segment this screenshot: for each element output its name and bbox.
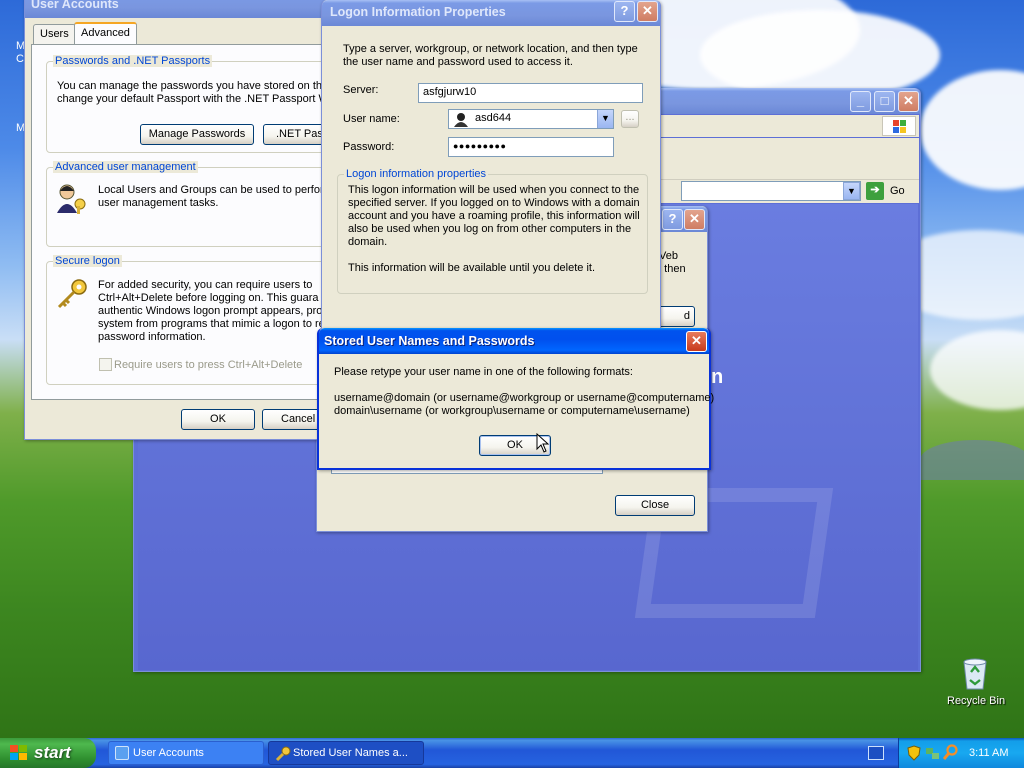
advanced-user-management-group: Advanced user management Local Users and… — [46, 161, 366, 247]
username-label: User name: — [343, 113, 400, 125]
info-text: specified server. If you logged on to Wi… — [348, 197, 640, 209]
distant-hill — [920, 440, 1024, 480]
logon-info-group: Logon information properties This logon … — [337, 168, 648, 294]
window-title: User Accounts — [31, 0, 119, 11]
key-icon — [57, 279, 87, 309]
info-text: also be used when you log on from other … — [348, 223, 632, 235]
close-button[interactable]: ✕ — [637, 1, 658, 22]
taskbar-item-label: Stored User Names a... — [293, 747, 408, 759]
server-label: Server: — [343, 84, 379, 96]
minimize-button[interactable]: _ — [850, 91, 871, 112]
user-accounts-window: User Accounts Users Advanced Passwords a… — [24, 0, 366, 440]
browse-button[interactable]: ... — [621, 110, 639, 128]
message-box-title: Stored User Names and Passwords — [324, 334, 535, 348]
recycle-bin-shortcut[interactable]: Recycle Bin — [944, 656, 1006, 712]
require-ctrl-alt-del-checkbox[interactable] — [99, 358, 112, 371]
user-icon — [454, 113, 468, 127]
description-text: For added security, you can require user… — [98, 279, 313, 291]
description-fragment: Veb — [659, 250, 678, 262]
users-icon — [57, 184, 86, 214]
go-button[interactable]: ➔ Go — [866, 181, 910, 201]
info-text: This logon information will be used when… — [348, 184, 640, 196]
clock: 3:11 AM — [969, 747, 1009, 759]
instructions-text: the user name and password used to acces… — [343, 56, 573, 68]
go-label: Go — [890, 185, 905, 197]
info-text: domain. — [348, 236, 388, 248]
network-icon[interactable] — [925, 745, 941, 761]
system-tray: 3:11 AM — [898, 738, 1024, 768]
go-arrow-icon: ➔ — [866, 182, 884, 200]
username-value: asd644 — [475, 112, 512, 124]
user-accounts-icon — [115, 746, 129, 760]
close-button[interactable]: ✕ — [684, 209, 705, 230]
desktop-fragment: C — [16, 53, 24, 65]
group-title: Passwords and .NET Passports — [53, 55, 213, 67]
description-text: system from programs that mimic a logon … — [98, 318, 325, 330]
server-input[interactable]: asfgjurw10 — [418, 83, 643, 103]
recycle-bin-icon — [963, 658, 987, 690]
search-icon[interactable] — [943, 744, 959, 760]
description-text: You can manage the passwords you have st… — [57, 80, 325, 92]
group-title: Advanced user management — [53, 161, 198, 173]
description-text: authentic Windows logon prompt appears, … — [98, 305, 323, 317]
mouse-cursor-icon — [536, 433, 550, 453]
format-text: username@domain (or username@workgroup o… — [334, 392, 715, 404]
passports-group: Passwords and .NET Passports You can man… — [46, 55, 366, 153]
checkbox-label: Require users to press Ctrl+Alt+Delete — [114, 359, 303, 371]
group-title: Secure logon — [53, 255, 122, 267]
keyboard-icon[interactable] — [868, 746, 884, 760]
instructions-text: Type a server, workgroup, or network loc… — [343, 43, 638, 55]
tab-advanced[interactable]: Advanced — [74, 22, 137, 44]
manage-passwords-button[interactable]: Manage Passwords — [140, 124, 254, 145]
help-button[interactable]: ? — [614, 1, 635, 22]
info-text: account and you have a roaming profile, … — [348, 210, 640, 222]
start-label: start — [34, 743, 71, 762]
format-text: domain\username (or workgroup\username o… — [334, 405, 690, 417]
logon-properties-window: Logon Information Properties ? ✕ Type a … — [321, 0, 661, 332]
windows-flag-icon — [10, 745, 27, 760]
description-text: Ctrl+Alt+Delete before logging on. This … — [98, 292, 319, 304]
chevron-down-icon[interactable]: ▼ — [597, 110, 613, 128]
close-dialog-button[interactable]: Close — [615, 495, 695, 516]
security-shield-icon[interactable] — [907, 745, 921, 761]
help-button[interactable]: ? — [662, 209, 683, 230]
close-button[interactable]: ✕ — [898, 91, 919, 112]
window-title: Logon Information Properties — [330, 5, 506, 19]
windows-logo-icon — [882, 116, 916, 136]
description-text: change your default Passport with the .N… — [57, 93, 329, 105]
taskbar-item-stored-user-names[interactable]: Stored User Names a... — [268, 741, 424, 765]
password-input[interactable]: ●●●●●●●●● — [448, 137, 614, 157]
group-title: Logon information properties — [344, 168, 489, 180]
close-button[interactable]: ✕ — [686, 331, 707, 352]
description-text: Local Users and Groups can be used to pe… — [98, 184, 333, 196]
recycle-bin-label: Recycle Bin — [947, 695, 1006, 707]
taskbar: start User Accounts Stored User Names a.… — [0, 738, 1024, 768]
message-box: Stored User Names and Passwords ✕ Please… — [317, 328, 715, 470]
username-combobox[interactable]: asd644 ▼ — [448, 109, 614, 129]
taskbar-item-user-accounts[interactable]: User Accounts — [108, 741, 264, 765]
maximize-button[interactable]: □ — [874, 91, 895, 112]
taskbar-item-label: User Accounts — [133, 747, 204, 759]
tab-panel: Passwords and .NET Passports You can man… — [31, 44, 366, 400]
prompt-text: Please retype your user name in one of t… — [334, 366, 633, 378]
start-button[interactable]: start — [0, 738, 96, 768]
ok-button[interactable]: OK — [181, 409, 255, 430]
description-text: password information. — [98, 331, 206, 343]
password-label: Password: — [343, 141, 395, 153]
description-text: user management tasks. — [98, 197, 219, 209]
desktop: M C M Recycle Bin _ □ ✕ ▼ ➔ Go n ? ✕ Veb… — [0, 0, 1024, 738]
banner-fragment: n — [711, 366, 724, 388]
chevron-down-icon[interactable]: ▼ — [843, 182, 860, 200]
info-text: This information will be available until… — [348, 262, 596, 274]
address-input[interactable] — [681, 181, 861, 201]
key-icon — [275, 746, 291, 762]
tab-users[interactable]: Users — [33, 24, 76, 44]
